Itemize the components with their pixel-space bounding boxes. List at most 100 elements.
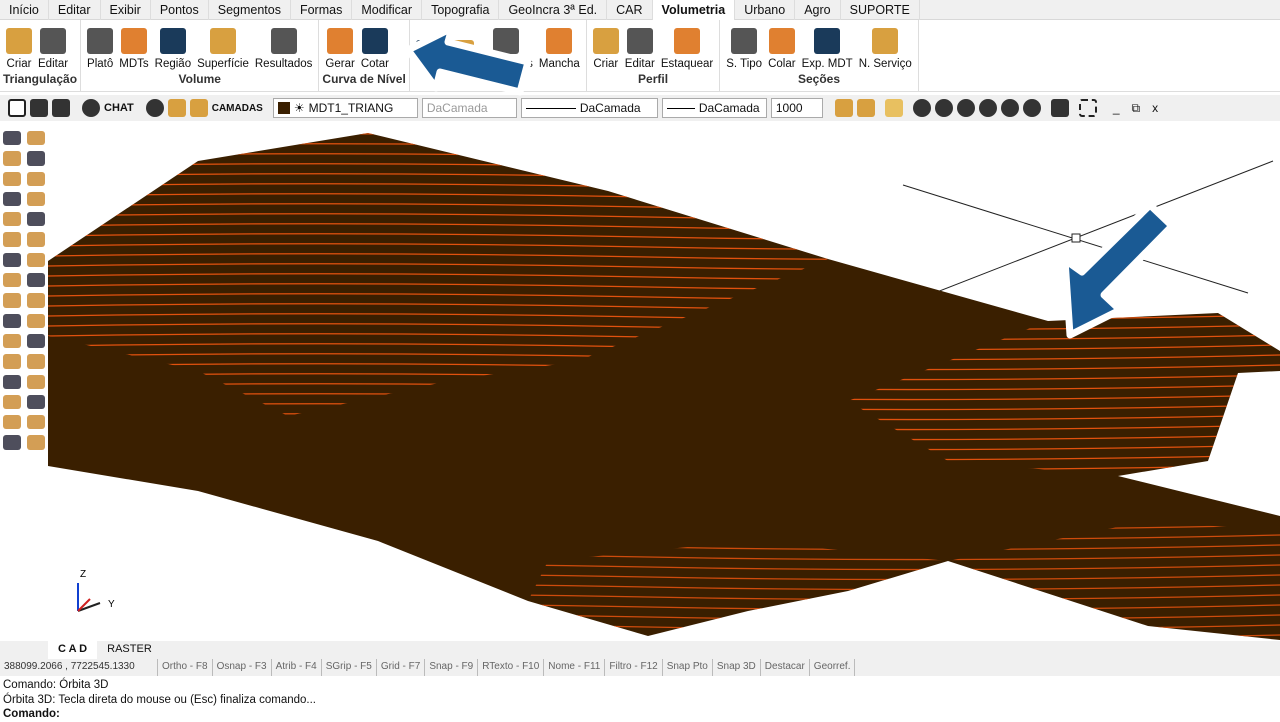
left-tool-icon[interactable] bbox=[3, 212, 21, 227]
tab-0[interactable]: Início bbox=[0, 0, 49, 20]
left-tool-icon[interactable] bbox=[27, 212, 45, 227]
left-tool-icon[interactable] bbox=[27, 435, 45, 450]
zoom-out-icon[interactable] bbox=[978, 99, 997, 117]
left-tool-icon[interactable] bbox=[3, 131, 21, 146]
left-tool-icon[interactable] bbox=[3, 191, 21, 207]
chat-button[interactable]: CHAT bbox=[104, 102, 134, 114]
left-tool-icon[interactable] bbox=[27, 171, 45, 186]
view-tab-1[interactable]: RASTER bbox=[97, 641, 162, 659]
ribbon-button-criar[interactable]: Criar bbox=[590, 20, 622, 72]
tab-4[interactable]: Segmentos bbox=[209, 0, 291, 20]
status-toggle[interactable]: Atrib - F4 bbox=[272, 659, 322, 676]
ribbon-button-hidden[interactable] bbox=[445, 20, 477, 72]
status-toggle[interactable]: Ortho - F8 bbox=[158, 659, 213, 676]
orbit-center-grip[interactable] bbox=[1071, 233, 1081, 243]
left-tool-icon[interactable] bbox=[27, 394, 45, 410]
ribbon-button-plat[interactable]: Platô bbox=[84, 20, 116, 72]
ribbon-button-criar[interactable]: Criar bbox=[3, 20, 35, 72]
left-tool-icon[interactable] bbox=[3, 273, 21, 288]
tab-7[interactable]: Topografia bbox=[422, 0, 500, 20]
left-tool-icon[interactable] bbox=[27, 354, 45, 369]
drawing-canvas[interactable]: Z Y bbox=[48, 121, 1280, 640]
left-tool-icon[interactable] bbox=[3, 171, 21, 186]
left-tool-icon[interactable] bbox=[3, 354, 21, 369]
ribbon-button-nservio[interactable]: N. Serviço bbox=[856, 20, 915, 72]
tab-2[interactable]: Exibir bbox=[101, 0, 151, 20]
close-icon[interactable]: x bbox=[1152, 101, 1158, 115]
left-tool-icon[interactable] bbox=[3, 435, 21, 450]
undo-icon[interactable] bbox=[834, 99, 853, 117]
left-tool-icon[interactable] bbox=[3, 374, 21, 389]
zoom-previous-icon[interactable] bbox=[1000, 99, 1019, 117]
view-tab-0[interactable]: C A D bbox=[48, 641, 98, 659]
left-tool-icon[interactable] bbox=[27, 191, 45, 207]
left-tool-icon[interactable] bbox=[3, 313, 21, 328]
tab-6[interactable]: Modificar bbox=[352, 0, 423, 20]
status-toggle[interactable]: Snap Pto bbox=[663, 659, 713, 676]
zoom-all-icon[interactable] bbox=[1022, 99, 1041, 117]
layers-button[interactable]: CAMADAS bbox=[212, 103, 263, 114]
open-folder-icon[interactable] bbox=[30, 99, 48, 117]
left-tool-icon[interactable] bbox=[27, 131, 45, 146]
chat-icon[interactable] bbox=[82, 99, 100, 117]
tab-8[interactable]: GeoIncra 3ª Ed. bbox=[499, 0, 608, 20]
ribbon-button-editar[interactable]: Editar bbox=[35, 20, 71, 72]
status-toggle[interactable]: Destacar bbox=[761, 659, 810, 676]
left-tool-icon[interactable] bbox=[3, 293, 21, 308]
redo-icon[interactable] bbox=[856, 99, 875, 117]
left-tool-icon[interactable] bbox=[27, 273, 45, 288]
ribbon-button-elevaes[interactable]: Elevações bbox=[477, 20, 536, 72]
status-toggle[interactable]: RTexto - F10 bbox=[478, 659, 545, 676]
ribbon-button-expmdt[interactable]: Exp. MDT bbox=[799, 20, 856, 72]
left-tool-icon[interactable] bbox=[3, 415, 21, 430]
ribbon-button-cotar[interactable]: Cotar bbox=[358, 20, 392, 72]
status-toggle[interactable]: Snap 3D bbox=[713, 659, 761, 676]
minimize-icon[interactable]: _ bbox=[1113, 101, 1120, 115]
left-tool-icon[interactable] bbox=[3, 232, 21, 247]
left-tool-icon[interactable] bbox=[3, 252, 21, 268]
ribbon-button-editar[interactable]: Editar bbox=[622, 20, 658, 72]
ribbon-button-resultados[interactable]: Resultados bbox=[252, 20, 316, 72]
left-tool-icon[interactable] bbox=[27, 415, 45, 430]
layers-icon[interactable] bbox=[167, 99, 186, 117]
help-icon[interactable] bbox=[145, 99, 164, 117]
tab-3[interactable]: Pontos bbox=[151, 0, 209, 20]
ribbon-button-regio[interactable]: Região bbox=[152, 20, 194, 72]
save-icon[interactable] bbox=[52, 99, 70, 117]
new-file-icon[interactable] bbox=[8, 99, 26, 117]
zoom-extents-icon[interactable] bbox=[934, 99, 953, 117]
ribbon-button-superfcie[interactable]: Superfície bbox=[194, 20, 252, 72]
fullscreen-icon[interactable] bbox=[1078, 99, 1097, 117]
status-toggle[interactable]: Osnap - F3 bbox=[213, 659, 272, 676]
tab-13[interactable]: SUPORTE bbox=[841, 0, 920, 20]
ribbon-button-mdts[interactable]: MDTs bbox=[116, 20, 151, 72]
scale-select[interactable]: 1000 bbox=[770, 98, 823, 118]
tab-10[interactable]: Volumetria bbox=[652, 0, 736, 20]
ribbon-button-hidden[interactable] bbox=[413, 20, 445, 72]
layers-manager-icon[interactable] bbox=[189, 99, 208, 117]
zoom-in-icon[interactable] bbox=[956, 99, 975, 117]
left-tool-icon[interactable] bbox=[27, 293, 45, 308]
ribbon-button-gerar[interactable]: Gerar bbox=[322, 20, 357, 72]
command-line[interactable]: Comando: Órbita 3D Órbita 3D: Tecla diret… bbox=[3, 678, 316, 722]
pan-hand-icon[interactable] bbox=[884, 99, 903, 117]
status-toggle[interactable]: SGrip - F5 bbox=[322, 659, 377, 676]
ribbon-button-stipo[interactable]: S. Tipo bbox=[723, 20, 765, 72]
left-tool-icon[interactable] bbox=[27, 252, 45, 268]
status-toggle[interactable]: Grid - F7 bbox=[377, 659, 426, 676]
ribbon-button-colar[interactable]: Colar bbox=[765, 20, 798, 72]
status-toggle[interactable]: Georref. bbox=[810, 659, 856, 676]
lineweight-select[interactable]: DaCamada bbox=[661, 98, 767, 118]
left-tool-icon[interactable] bbox=[3, 394, 21, 410]
left-tool-icon[interactable] bbox=[27, 151, 45, 166]
status-toggle[interactable]: Nome - F11 bbox=[544, 659, 606, 676]
restore-icon[interactable]: ⧉ bbox=[1132, 101, 1141, 116]
left-tool-icon[interactable] bbox=[27, 374, 45, 389]
ribbon-button-estaquear[interactable]: Estaquear bbox=[658, 20, 716, 72]
left-tool-icon[interactable] bbox=[3, 151, 21, 166]
properties-icon[interactable] bbox=[1050, 99, 1069, 117]
left-tool-icon[interactable] bbox=[27, 333, 45, 349]
left-tool-icon[interactable] bbox=[27, 313, 45, 328]
ribbon-button-mancha[interactable]: Mancha bbox=[536, 20, 583, 72]
zoom-window-icon[interactable] bbox=[912, 99, 931, 117]
